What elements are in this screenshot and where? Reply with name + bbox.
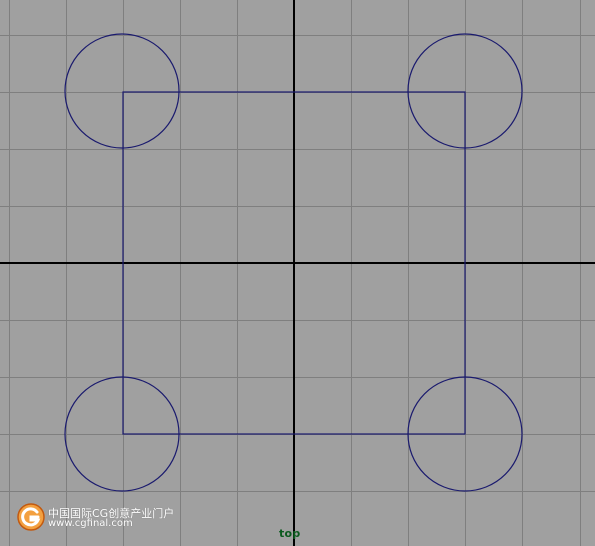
origin-axes (0, 0, 595, 546)
camera-name-label: top (279, 527, 301, 540)
grid (0, 0, 595, 546)
g-logo-icon (17, 503, 45, 531)
viewport-canvas[interactable] (0, 0, 595, 546)
watermark: 中国国际CG创意产业门户 www.cgfinal.com (16, 502, 186, 536)
top-viewport[interactable]: top 中国国际CG创意产业门户 www.cgfinal.com (0, 0, 595, 546)
circle-curve-top-left[interactable] (64, 33, 180, 149)
watermark-url: www.cgfinal.com (48, 518, 133, 529)
